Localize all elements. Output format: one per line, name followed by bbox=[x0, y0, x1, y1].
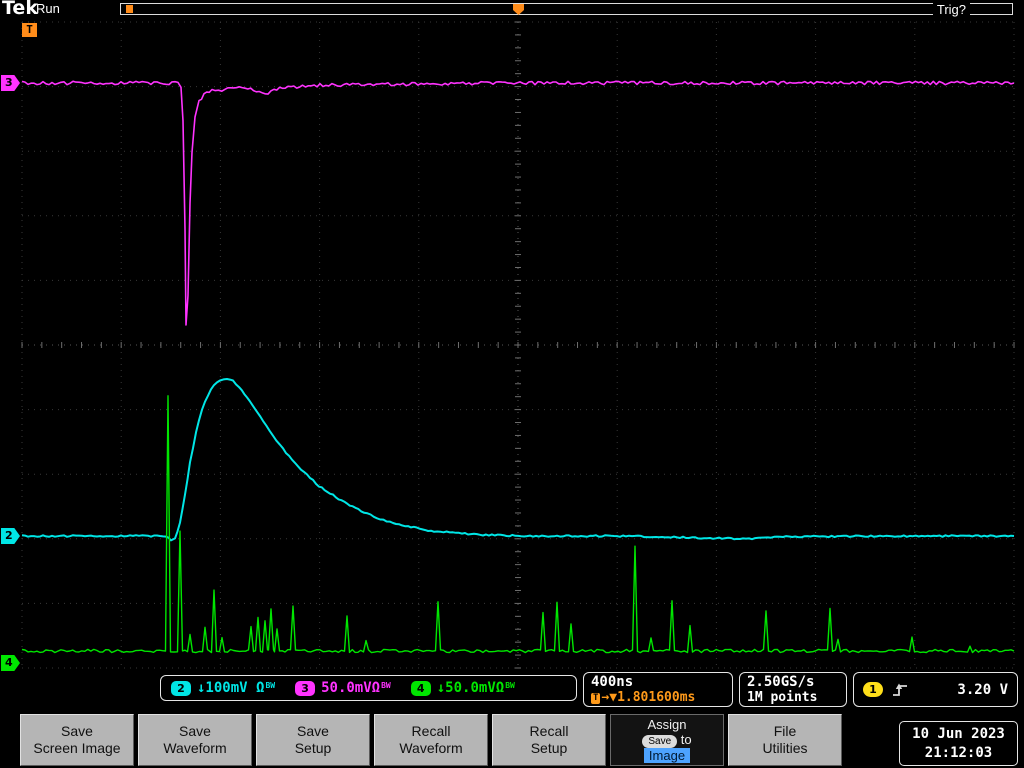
button-label: Recall bbox=[529, 723, 569, 739]
channel-3-value: 50.0mV bbox=[321, 680, 372, 696]
button-label: Save bbox=[61, 723, 93, 739]
button-label: Save to bbox=[642, 732, 692, 748]
channel-2-scale: ↓100mV ΩBW bbox=[197, 680, 275, 696]
bandwidth-indicator: BW bbox=[265, 681, 276, 690]
channel-4-value: ↓50.0mV bbox=[436, 680, 496, 696]
save-waveform-button[interactable]: Save Waveform bbox=[138, 714, 252, 766]
button-label: Save bbox=[297, 723, 329, 739]
save-screen-image-button[interactable]: Save Screen Image bbox=[20, 714, 134, 766]
button-label: Waveform bbox=[163, 740, 227, 756]
trigger-status-label: Trig? bbox=[932, 2, 970, 17]
record-view-bar: Trig? bbox=[120, 2, 1013, 17]
trigger-delay-arrow-icon: →▼ bbox=[601, 690, 618, 705]
button-label: Screen Image bbox=[33, 740, 121, 756]
waveform-display bbox=[21, 21, 1015, 669]
acquisition-status: Run bbox=[36, 1, 60, 16]
button-label: Waveform bbox=[399, 740, 463, 756]
channel-readouts[interactable]: 2 ↓100mV ΩBW 3 50.0mVΩBW 4 ↓50.0mVΩBW bbox=[160, 675, 577, 701]
acquisition-readout[interactable]: 2.50GS/s 1M points bbox=[739, 672, 847, 707]
trigger-level: 3.20 V bbox=[957, 681, 1008, 698]
trigger-position-marker-icon bbox=[513, 4, 524, 15]
channel-2-value: ↓100mV bbox=[197, 680, 248, 696]
channel-4-scale: ↓50.0mVΩBW bbox=[437, 680, 515, 696]
trigger-delay-readout: T →▼1.801600ms bbox=[591, 690, 725, 705]
button-label: Setup bbox=[530, 740, 568, 756]
sample-rate: 2.50GS/s bbox=[747, 674, 815, 690]
channel-4-badge: 4 bbox=[410, 680, 431, 696]
time-label: 21:12:03 bbox=[924, 744, 993, 761]
record-length: 1M points bbox=[747, 690, 818, 705]
button-label: Recall bbox=[411, 723, 451, 739]
assign-connector: to bbox=[680, 732, 692, 747]
recall-waveform-button[interactable]: Recall Waveform bbox=[374, 714, 488, 766]
tek-logo: Tek bbox=[2, 0, 38, 19]
bandwidth-indicator: BW bbox=[381, 681, 391, 690]
save-setup-button[interactable]: Save Setup bbox=[256, 714, 370, 766]
assign-target-label: Image bbox=[643, 748, 691, 763]
record-start-marker-icon bbox=[126, 5, 133, 13]
file-utilities-button[interactable]: File Utilities bbox=[728, 714, 842, 766]
channel-4-unit: Ω bbox=[495, 680, 505, 696]
recall-setup-button[interactable]: Recall Setup bbox=[492, 714, 606, 766]
button-label: Utilities bbox=[762, 740, 808, 756]
channel-3-badge: 3 bbox=[295, 680, 316, 696]
assign-save-button[interactable]: Assign Save to Image bbox=[610, 714, 724, 766]
button-label: Save bbox=[179, 723, 211, 739]
trigger-delay-value: 1.801600ms bbox=[617, 690, 696, 705]
time-scale: 400ns bbox=[591, 674, 634, 690]
horizontal-readout[interactable]: 400ns T →▼1.801600ms bbox=[583, 672, 733, 707]
oscilloscope-screen: Tek Run Trig? T 3 2 4 2 ↓100mV ΩBW 3 50.… bbox=[0, 0, 1024, 768]
channel-3-unit: Ω bbox=[371, 680, 381, 696]
date-label: 10 Jun 2023 bbox=[912, 725, 1005, 742]
channel-1-badge: 1 bbox=[863, 682, 883, 697]
save-pill-icon: Save bbox=[642, 735, 678, 748]
trigger-level-indicator-icon: T bbox=[22, 23, 37, 37]
button-label: File bbox=[773, 723, 797, 739]
button-label: Setup bbox=[294, 740, 332, 756]
channel-2-badge: 2 bbox=[171, 680, 191, 696]
channel-3-scale: 50.0mVΩBW bbox=[321, 680, 391, 696]
trigger-t-icon: T bbox=[591, 693, 601, 704]
trigger-readout[interactable]: 1 3.20 V bbox=[853, 672, 1018, 707]
rising-edge-icon bbox=[893, 683, 907, 696]
channel-2-unit: Ω bbox=[256, 680, 265, 696]
button-label: Assign bbox=[647, 717, 687, 732]
datetime-display: 10 Jun 2023 21:12:03 bbox=[899, 721, 1018, 766]
bandwidth-indicator: BW bbox=[505, 681, 515, 690]
